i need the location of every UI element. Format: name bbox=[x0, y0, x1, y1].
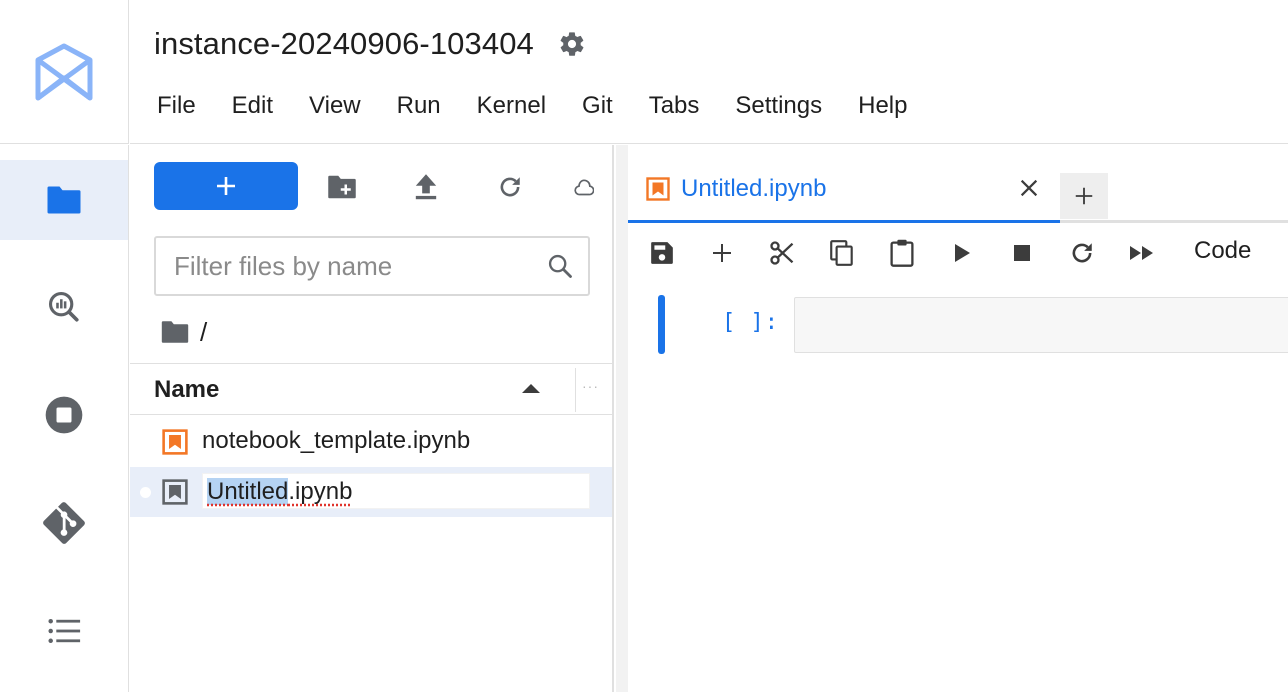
running-stop-icon bbox=[45, 396, 83, 434]
menu-kernel[interactable]: Kernel bbox=[466, 88, 557, 124]
new-folder-icon bbox=[328, 175, 356, 199]
refresh-icon bbox=[500, 177, 520, 197]
rename-selected-text: Untitled bbox=[207, 478, 289, 505]
app-logo-area bbox=[0, 0, 129, 144]
instance-title: instance-20240906-103404 bbox=[154, 26, 534, 61]
tab-label: Untitled.ipynb bbox=[681, 175, 827, 202]
top-header: instance-20240906-103404 File Edit View … bbox=[130, 0, 1288, 144]
running-indicator bbox=[140, 487, 151, 498]
rename-text: Untitled.ipynb bbox=[207, 478, 352, 506]
menu-git[interactable]: Git bbox=[571, 88, 624, 124]
close-icon[interactable] bbox=[1016, 175, 1042, 201]
menu-run[interactable]: Run bbox=[386, 88, 452, 124]
activity-dataproc[interactable] bbox=[0, 267, 128, 347]
cut-icon[interactable] bbox=[766, 237, 798, 269]
menu-help[interactable]: Help bbox=[847, 88, 918, 124]
copy-icon[interactable] bbox=[826, 237, 858, 269]
more-columns-icon[interactable]: ··· bbox=[582, 378, 599, 394]
notebook-toolbar: Code bbox=[628, 227, 1288, 281]
document-tab-bar: Untitled.ipynb bbox=[628, 145, 1288, 223]
notebook-icon bbox=[646, 177, 670, 201]
menu-view[interactable]: View bbox=[298, 88, 372, 124]
menu-file[interactable]: File bbox=[146, 88, 207, 124]
plus-icon bbox=[217, 177, 235, 195]
git-icon bbox=[43, 502, 85, 544]
panel-splitter[interactable] bbox=[616, 145, 628, 692]
sort-ascending-icon[interactable] bbox=[522, 384, 540, 393]
stop-icon[interactable] bbox=[1006, 237, 1038, 269]
file-filter-box bbox=[154, 236, 590, 296]
search-icon bbox=[544, 250, 576, 282]
new-folder-button[interactable] bbox=[326, 171, 358, 203]
tab-untitled-notebook[interactable]: Untitled.ipynb bbox=[628, 155, 1060, 223]
file-row-untitled[interactable]: Untitled.ipynb bbox=[130, 467, 612, 517]
dataproc-search-icon bbox=[48, 291, 79, 322]
breadcrumb-path[interactable]: / bbox=[200, 317, 207, 348]
left-activity-bar bbox=[0, 145, 129, 692]
code-cell-input[interactable] bbox=[794, 297, 1288, 353]
save-icon[interactable] bbox=[646, 237, 678, 269]
activity-toc[interactable] bbox=[0, 591, 128, 671]
git-clone-icon bbox=[574, 179, 594, 196]
settings-gear-icon[interactable] bbox=[556, 28, 588, 60]
upload-icon bbox=[415, 174, 437, 200]
breadcrumb: / bbox=[160, 315, 207, 349]
menu-settings[interactable]: Settings bbox=[724, 88, 833, 124]
jupyter-logo-icon bbox=[35, 43, 93, 100]
file-name: notebook_template.ipynb bbox=[202, 427, 471, 454]
cell-prompt: [ ]: bbox=[722, 310, 779, 335]
column-divider[interactable] bbox=[575, 368, 576, 412]
upload-button[interactable] bbox=[410, 171, 442, 203]
notebook-icon bbox=[162, 429, 188, 455]
folder-icon bbox=[47, 186, 81, 214]
column-name-header[interactable]: Name bbox=[154, 376, 219, 404]
notebook-main-area: Untitled.ipynb Code []: bbox=[616, 145, 1288, 692]
menu-tabs[interactable]: Tabs bbox=[638, 88, 711, 124]
active-cell-indicator bbox=[658, 295, 665, 354]
file-browser-toolbar bbox=[130, 145, 612, 227]
file-row-notebook-template[interactable]: notebook_template.ipynb bbox=[130, 417, 612, 467]
table-of-contents-icon bbox=[48, 618, 81, 644]
new-launcher-button[interactable] bbox=[154, 162, 298, 210]
insert-cell-icon[interactable] bbox=[706, 237, 738, 269]
add-tab-button[interactable] bbox=[1060, 173, 1108, 219]
refresh-files-button[interactable] bbox=[494, 171, 526, 203]
plus-icon bbox=[1075, 187, 1093, 205]
activity-file-browser[interactable] bbox=[0, 160, 128, 240]
title-row: instance-20240906-103404 bbox=[154, 22, 588, 66]
file-browser-panel: / Name ··· notebook_template.ipynb Untit… bbox=[130, 145, 614, 692]
activity-git[interactable] bbox=[0, 483, 128, 563]
activity-running[interactable] bbox=[0, 375, 128, 455]
cell-type-dropdown[interactable]: Code bbox=[1194, 237, 1251, 265]
menu-bar: File Edit View Run Kernel Git Tabs Setti… bbox=[146, 88, 932, 124]
menu-edit[interactable]: Edit bbox=[221, 88, 284, 124]
rename-extension-text: .ipynb bbox=[288, 478, 353, 505]
file-list-header: Name ··· bbox=[130, 363, 612, 415]
file-filter-input[interactable] bbox=[156, 238, 536, 294]
notebook-icon bbox=[162, 479, 188, 505]
paste-icon[interactable] bbox=[886, 237, 918, 269]
fast-forward-icon[interactable] bbox=[1126, 237, 1158, 269]
home-folder-icon[interactable] bbox=[160, 320, 190, 344]
restart-kernel-icon[interactable] bbox=[1066, 237, 1098, 269]
git-clone-button[interactable] bbox=[574, 171, 594, 203]
rename-file-input[interactable]: Untitled.ipynb bbox=[202, 473, 590, 509]
run-icon[interactable] bbox=[946, 237, 978, 269]
